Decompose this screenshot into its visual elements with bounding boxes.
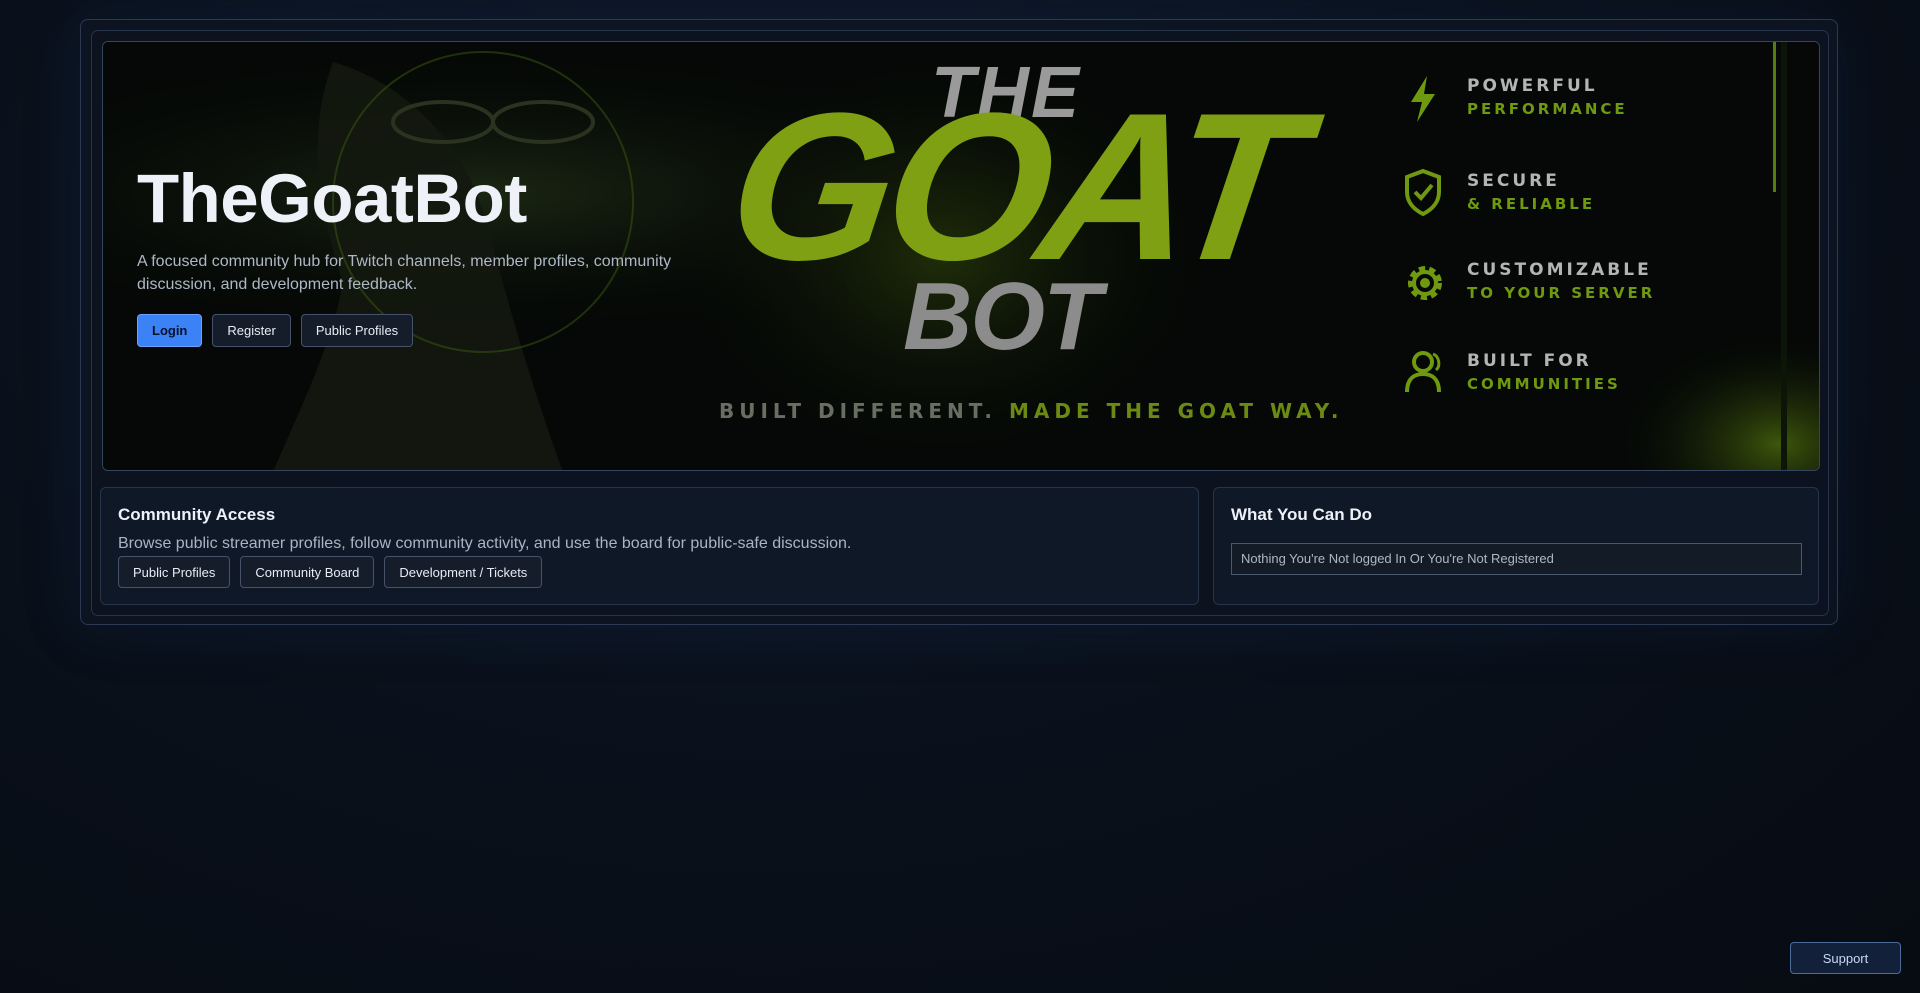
feature-customizable: CUSTOMIZABLE TO YOUR SERVER — [1403, 257, 1763, 313]
public-profiles-link-button[interactable]: Public Profiles — [118, 556, 231, 588]
banner-logo: THE GOAT BOT — [717, 42, 1483, 422]
what-you-can-do-title: What You Can Do — [1231, 505, 1373, 524]
feature-communities: BUILT FOR COMMUNITIES — [1403, 348, 1723, 404]
feature-powerful: POWERFUL PERFORMANCE — [1403, 72, 1723, 128]
community-access-title: Community Access — [118, 505, 276, 524]
page-title: TheGoatBot — [137, 160, 527, 237]
feature-customizable-line2: TO YOUR SERVER — [1467, 284, 1656, 302]
hero-intro: TheGoatBot A focused community hub for T… — [137, 160, 697, 347]
support-button[interactable]: Support — [1790, 942, 1901, 974]
banner-word-goat: GOAT — [716, 69, 1309, 304]
feature-powerful-line2: PERFORMANCE — [1467, 100, 1628, 118]
lightning-icon — [1411, 76, 1435, 122]
tagline-part1: BUILT DIFFERENT. — [719, 399, 997, 423]
banner-tagline: BUILT DIFFERENT. MADE THE GOAT WAY. — [719, 399, 1344, 423]
tagline-part2: MADE THE GOAT WAY. — [1008, 399, 1344, 423]
feature-communities-line1: BUILT FOR — [1467, 351, 1592, 371]
community-access-description: Browse public streamer profiles, follow … — [118, 535, 852, 552]
community-board-button[interactable]: Community Board — [240, 556, 375, 588]
hero-banner: THE GOAT BOT BUILT DIFFERENT. MADE THE G… — [102, 41, 1820, 471]
feature-powerful-line1: POWERFUL — [1467, 76, 1598, 96]
shield-check-icon — [1405, 168, 1441, 217]
public-profiles-button[interactable]: Public Profiles — [300, 314, 414, 347]
community-access-card: Community Access Browse public streamer … — [100, 487, 1199, 605]
hero-actions: Login Register Public Profiles — [137, 314, 697, 347]
register-button[interactable]: Register — [212, 314, 291, 347]
users-icon — [1405, 351, 1441, 393]
hero-description: A focused community hub for Twitch chann… — [137, 253, 672, 293]
what-you-can-do-card: What You Can Do Nothing You're Not logge… — [1213, 487, 1819, 605]
permissions-status-box: Nothing You're Not logged In Or You're N… — [1231, 543, 1802, 575]
community-access-actions: Public Profiles Community Board Developm… — [118, 556, 543, 588]
login-button[interactable]: Login — [137, 314, 203, 347]
feature-secure-line2: & RELIABLE — [1467, 195, 1596, 213]
feature-communities-line2: COMMUNITIES — [1467, 375, 1621, 393]
feature-secure-line1: SECURE — [1467, 171, 1560, 191]
banner-word-bot: BOT — [903, 263, 1102, 370]
feature-secure: SECURE & RELIABLE — [1403, 166, 1723, 222]
development-tickets-button[interactable]: Development / Tickets — [384, 556, 543, 588]
feature-customizable-line1: CUSTOMIZABLE — [1467, 260, 1652, 280]
gear-icon — [1408, 266, 1442, 300]
